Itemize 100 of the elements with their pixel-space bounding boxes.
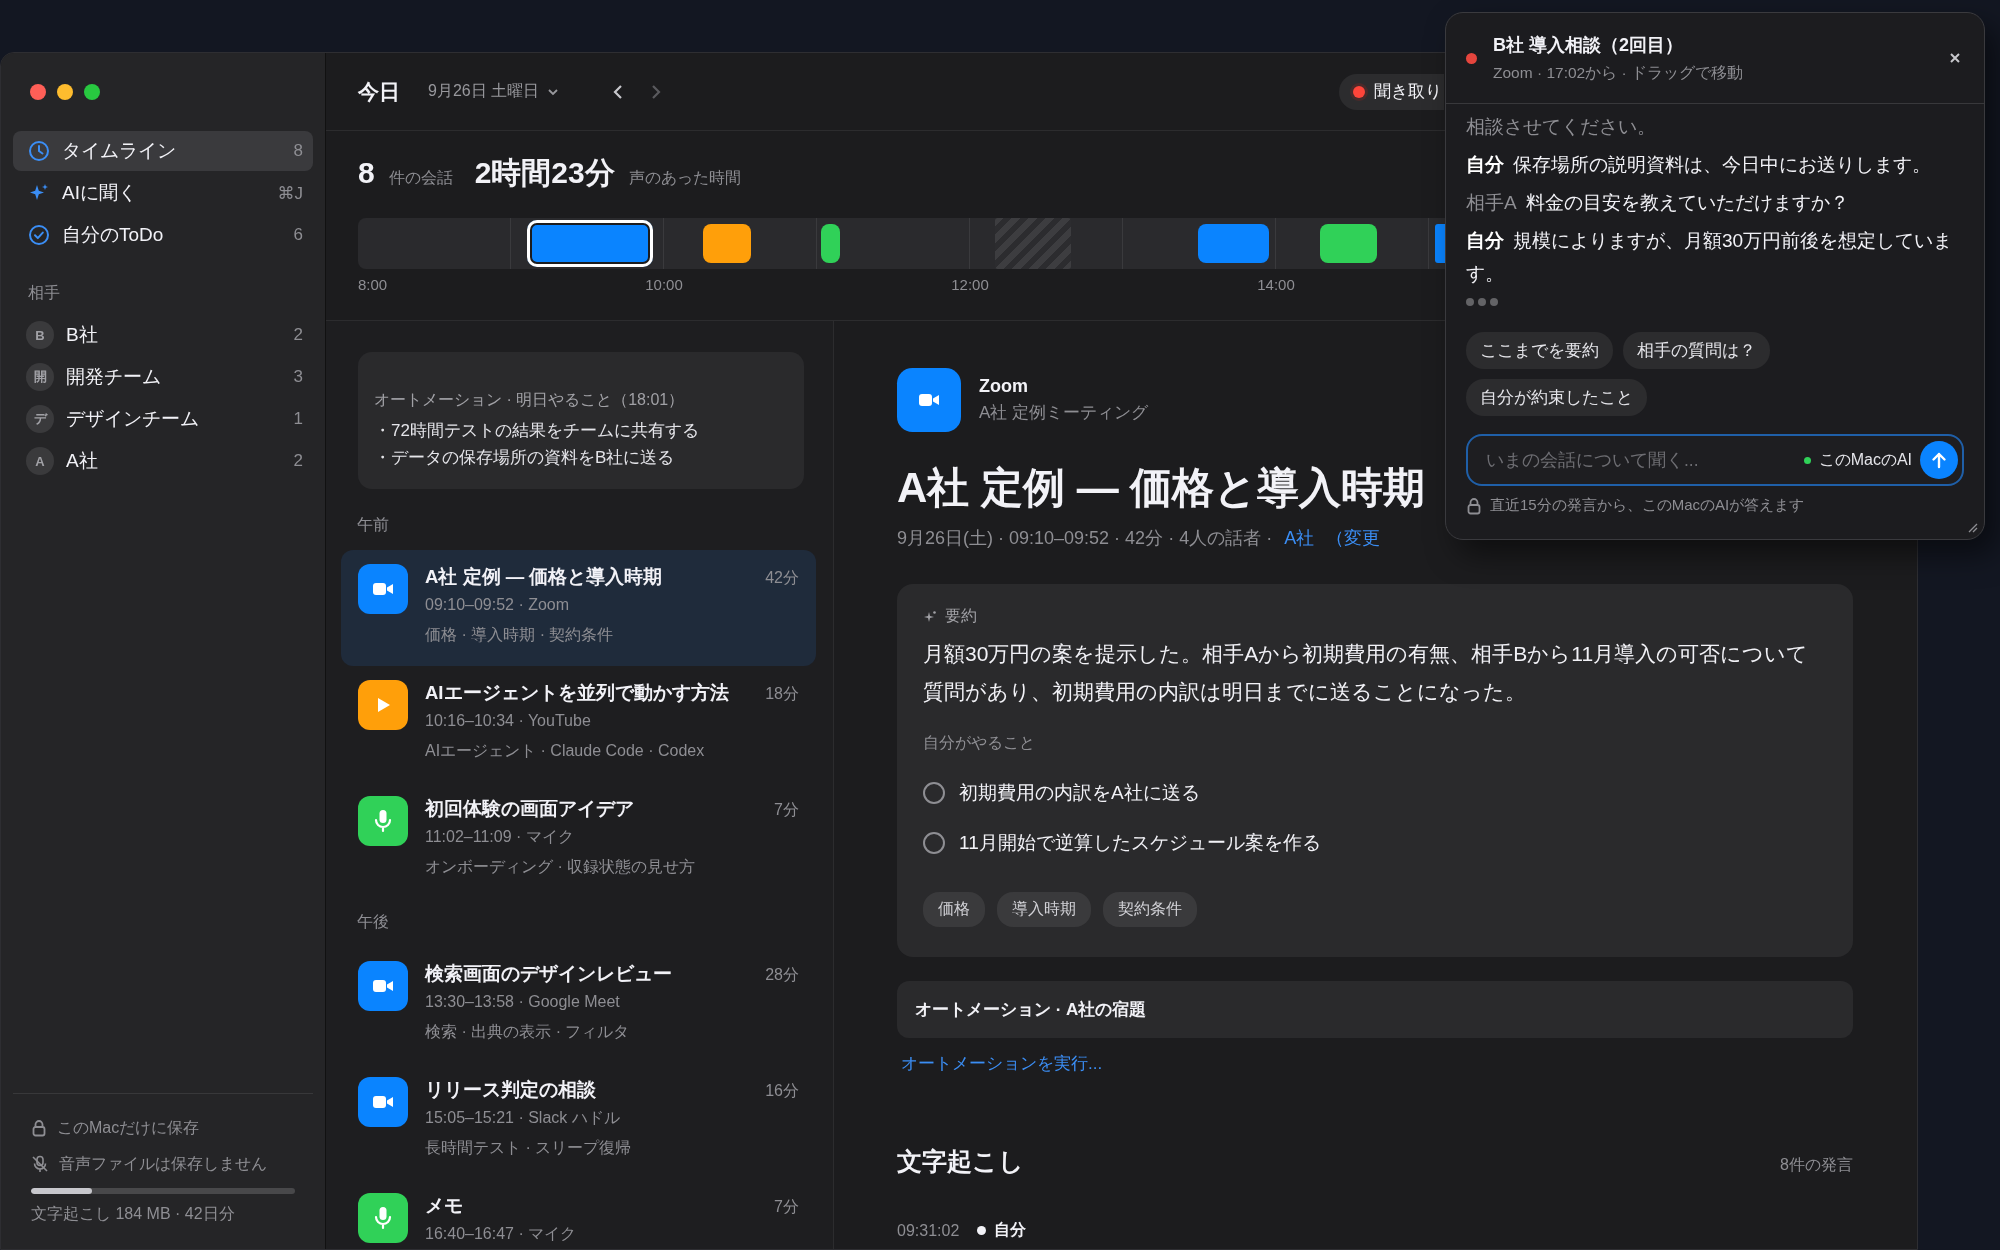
source-name: Zoom: [979, 376, 1029, 397]
panel-title: B社 導入相談（2回目）: [1493, 33, 1684, 57]
resize-handle[interactable]: [1966, 521, 1978, 533]
topic-tag[interactable]: 契約条件: [1103, 892, 1197, 927]
contact-item[interactable]: A A社 2: [13, 440, 313, 482]
lock-icon: [1466, 496, 1482, 515]
conversation-duration: 16分: [765, 1081, 799, 1101]
summary-heading: 要約: [945, 606, 977, 626]
automation-title: オートメーション · 明日やること（18:01）: [374, 390, 686, 410]
time-tick: 10:00: [645, 276, 683, 293]
ask-field[interactable]: いまの会話について聞く... このMacのAI: [1466, 434, 1964, 486]
run-automation-link[interactable]: オートメーションを実行...: [901, 1052, 1103, 1075]
date-picker[interactable]: 9月26日 土曜日: [428, 81, 560, 102]
conversation-tags: 検索 · 出典の表示 · フィルタ: [425, 1017, 799, 1047]
conversation-tags: 長時間テスト · スリープ復帰: [425, 1133, 799, 1163]
close-button[interactable]: [1948, 51, 1962, 65]
conversation-time: 09:10–09:52 · Zoom: [425, 595, 571, 615]
audio-note: 音声ファイルは保存しません: [59, 1153, 267, 1174]
todo-heading: 自分がやること: [923, 733, 1036, 753]
conversation-duration: 42分: [765, 568, 799, 588]
conversation-item[interactable]: メモ 7分 16:40–16:47 · マイク: [341, 1179, 816, 1249]
conversation-block[interactable]: [527, 220, 653, 267]
conversation-duration: 7分: [774, 800, 799, 820]
section-heading: 相手: [27, 283, 61, 303]
todo-text: 11月開始で逆算したスケジュール案を作る: [959, 831, 1321, 855]
topic-tag[interactable]: 導入時期: [997, 892, 1091, 927]
microphone-icon: [358, 796, 408, 846]
conversation-duration: 18分: [765, 684, 799, 704]
panel-subtitle: Zoom · 17:02から · ドラッグで移動: [1493, 62, 1744, 83]
model-label: このMacのAI: [1803, 449, 1912, 471]
conversation-item[interactable]: A社 定例 — 価格と導入時期 42分 09:10–09:52 · Zoom 価格 · 導入時期 · 契約条件: [341, 550, 816, 666]
play-icon: [358, 680, 408, 730]
listening-button[interactable]: 聞き取り: [1339, 73, 1444, 110]
arrow-up-icon: [1931, 451, 1947, 469]
topic-tag[interactable]: 価格: [923, 892, 985, 927]
minimize-window-button[interactable]: [57, 84, 73, 100]
storage-note: このMacだけに保存: [57, 1117, 200, 1138]
conversation-meta: 9月26日(土) · 09:10–09:52 · 42分 · 4人の話者 ·: [897, 527, 1273, 550]
conversation-time: 15:05–15:21 · Slack ハドル: [425, 1108, 621, 1128]
conversation-title: リリース判定の相談: [425, 1078, 596, 1102]
transcript-line: 自分 規模によりますが、月額30万円前後を想定しています。: [1466, 229, 1954, 286]
microphone-icon: [358, 1193, 408, 1243]
conversation-duration: 7分: [774, 1197, 799, 1217]
ask-input[interactable]: いまの会話について聞く...: [1484, 448, 1804, 472]
conversation-item[interactable]: 検索画面のデザインレビュー 28分 13:30–13:58 · Google Meet 検索 · 出典の表示 · フィルタ: [341, 947, 816, 1063]
conversation-count: 8: [358, 156, 375, 190]
time-tick: 8:00: [358, 276, 388, 293]
close-window-button[interactable]: [30, 84, 46, 100]
conversation-time: 16:40–16:47 · マイク: [425, 1224, 578, 1244]
conversation-time: 13:30–13:58 · Google Meet: [425, 992, 621, 1012]
transcript-line: 相談させてください。: [1466, 115, 1657, 139]
sidebar-item[interactable]: AIに聞く ⌘J: [13, 173, 313, 213]
transcript-heading: 文字起こし: [897, 1146, 1024, 1177]
video-camera-icon: [358, 961, 408, 1011]
automation-item: ・データの保存場所の資料をB社に送る: [374, 447, 676, 469]
zoom-window-button[interactable]: [84, 84, 100, 100]
conversation-item[interactable]: AIエージェントを並列で動かす方法 18分 10:16–10:34 · YouTube AIエージェント · Claude Code · Codex: [341, 666, 816, 782]
conversation-tags: AIエージェント · Claude Code · Codex: [425, 736, 799, 766]
section-heading: 午前: [356, 515, 390, 535]
sidebar-item[interactable]: 自分のToDo 6: [13, 215, 313, 255]
video-camera-icon: [358, 564, 408, 614]
storage-usage: 文字起こし 184 MB · 42日分: [31, 1204, 236, 1224]
conversation-duration: 28分: [765, 965, 799, 985]
time-tick: 14:00: [1257, 276, 1295, 293]
automation-card[interactable]: オートメーション · 明日やること（18:01） ・72時間テストの結果をチームに共有する ・データの保存場所の資料をB社に送る: [358, 352, 804, 489]
source-subtitle: A社 定例ミーティング: [979, 402, 1149, 424]
check-circle-icon: [28, 224, 50, 246]
conversation-heading: A社 定例 — 価格と導入時期: [897, 463, 1426, 513]
conversation-tags: オンボーディング · 収録状態の見せ方: [425, 852, 799, 882]
close-icon: [1948, 51, 1962, 65]
automation-bar[interactable]: オートメーション · A社の宿題: [897, 981, 1853, 1038]
todo-checkbox[interactable]: [923, 832, 945, 854]
conversation-item[interactable]: リリース判定の相談 16分 15:05–15:21 · Slack ハドル 長時間テスト · スリープ復帰: [341, 1063, 816, 1179]
page-title: 今日: [358, 78, 400, 105]
utterance-count: 8件の発言: [1780, 1155, 1853, 1175]
conversation-time: 10:16–10:34 · YouTube: [425, 711, 592, 731]
conversation-title: A社 定例 — 価格と導入時期: [425, 565, 663, 589]
conversation-item[interactable]: 初回体験の画面アイデア 7分 11:02–11:09 · マイク オンボーディング · 収録状態の見せ方: [341, 782, 816, 898]
conversation-title: AIエージェントを並列で動かす方法: [425, 681, 729, 705]
clock-icon: [28, 140, 50, 162]
send-button[interactable]: [1920, 441, 1958, 479]
conversation-block[interactable]: [821, 224, 840, 263]
sidebar-item[interactable]: タイムライン 8: [13, 131, 313, 171]
contact-item[interactable]: B B社 2: [13, 314, 313, 356]
conversation-title: メモ: [425, 1194, 463, 1218]
suggestion-chip[interactable]: 相手の質問は？: [1623, 332, 1770, 369]
suggestion-chip[interactable]: 自分が約束したこと: [1466, 379, 1647, 416]
change-link[interactable]: （変更: [1326, 526, 1381, 550]
chevron-down-icon: [547, 87, 560, 96]
contact-item[interactable]: デ デザインチーム 1: [13, 398, 313, 440]
voice-duration: 2時間23分: [474, 155, 615, 191]
conversation-block[interactable]: [703, 224, 751, 263]
speaker-label: 自分: [977, 1220, 1027, 1241]
contact-link[interactable]: A社: [1284, 526, 1315, 550]
count-label: 件の会話: [388, 168, 453, 188]
automation-item: ・72時間テストの結果をチームに共有する: [374, 420, 700, 442]
todo-checkbox[interactable]: [923, 782, 945, 804]
time-tick: 12:00: [951, 276, 989, 293]
contact-item[interactable]: 開 開発チーム 3: [13, 356, 313, 398]
suggestion-chip[interactable]: ここまでを要約: [1466, 332, 1613, 369]
